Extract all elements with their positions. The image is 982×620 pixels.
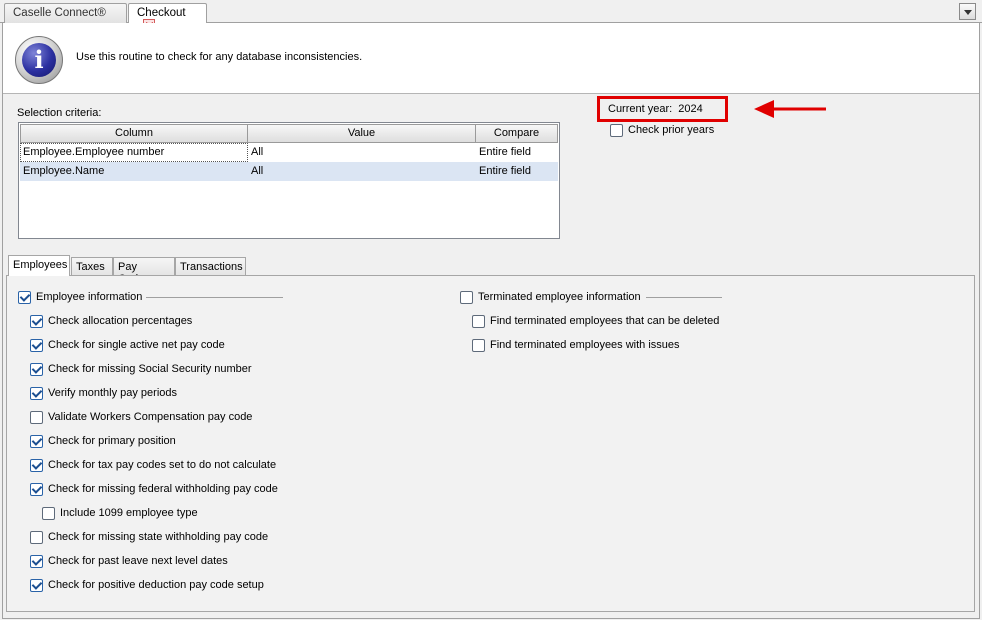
terminated-with-issues-checkbox[interactable] bbox=[472, 339, 485, 352]
missing-ssn-checkbox[interactable] bbox=[30, 363, 43, 376]
missing-ssn-label[interactable]: Check for missing Social Security number bbox=[48, 363, 252, 375]
table-row[interactable]: Employee.Employee number All Entire fiel… bbox=[20, 143, 558, 162]
terminated-employee-information-label[interactable]: Terminated employee information bbox=[478, 291, 641, 303]
check-allocation-percentages-label[interactable]: Check allocation percentages bbox=[48, 315, 192, 327]
employee-information-label[interactable]: Employee information bbox=[36, 291, 142, 303]
verify-monthly-pay-periods-label[interactable]: Verify monthly pay periods bbox=[48, 387, 177, 399]
tab-taxes[interactable]: Taxes bbox=[71, 257, 113, 276]
single-active-net-pay-code-label[interactable]: Check for single active net pay code bbox=[48, 339, 225, 351]
primary-position-checkbox[interactable] bbox=[30, 435, 43, 448]
column-header-value[interactable]: Value bbox=[248, 124, 476, 143]
terminated-can-be-deleted-label[interactable]: Find terminated employees that can be de… bbox=[490, 315, 719, 327]
terminated-with-issues-label[interactable]: Find terminated employees with issues bbox=[490, 339, 680, 351]
document-tab-strip: Caselle Connect® Checkout bbox=[0, 0, 982, 31]
positive-deduction-checkbox[interactable] bbox=[30, 579, 43, 592]
employee-information-checkbox[interactable] bbox=[18, 291, 31, 304]
cell-compare[interactable]: Entire field bbox=[476, 143, 558, 162]
tab-transactions[interactable]: Transactions bbox=[175, 257, 246, 276]
terminated-employee-information-checkbox[interactable] bbox=[460, 291, 473, 304]
single-active-net-pay-code-checkbox[interactable] bbox=[30, 339, 43, 352]
annotation-arrow-icon bbox=[754, 100, 826, 118]
tab-pay-codes[interactable]: Pay Codes bbox=[113, 257, 175, 285]
selection-criteria-grid[interactable]: Column Value Compare Employee.Employee n… bbox=[18, 122, 560, 239]
current-year-value: 2024 bbox=[678, 103, 703, 115]
past-leave-next-level-label[interactable]: Check for past leave next level dates bbox=[48, 555, 228, 567]
primary-position-label[interactable]: Check for primary position bbox=[48, 435, 176, 447]
tax-pay-codes-label[interactable]: Check for tax pay codes set to do not ca… bbox=[48, 459, 276, 471]
cell-value[interactable]: All bbox=[248, 162, 476, 181]
check-allocation-percentages-checkbox[interactable] bbox=[30, 315, 43, 328]
group-divider bbox=[646, 297, 722, 298]
include-1099-label[interactable]: Include 1099 employee type bbox=[60, 507, 198, 519]
tax-pay-codes-checkbox[interactable] bbox=[30, 459, 43, 472]
cell-value[interactable]: All bbox=[248, 143, 476, 162]
column-header-column[interactable]: Column bbox=[20, 124, 248, 143]
current-year-label: Current year: bbox=[608, 103, 673, 115]
info-header: i Use this routine to check for any data… bbox=[3, 23, 979, 94]
verify-monthly-pay-periods-checkbox[interactable] bbox=[30, 387, 43, 400]
info-icon: i bbox=[15, 36, 63, 84]
tab-employees[interactable]: Employees bbox=[8, 255, 70, 276]
include-1099-checkbox[interactable] bbox=[42, 507, 55, 520]
past-leave-next-level-checkbox[interactable] bbox=[30, 555, 43, 568]
positive-deduction-label[interactable]: Check for positive deduction pay code se… bbox=[48, 579, 264, 591]
selection-criteria-label: Selection criteria: bbox=[17, 107, 102, 119]
tab-caselle-connect[interactable]: Caselle Connect® bbox=[4, 3, 127, 24]
grid-header: Column Value Compare bbox=[20, 124, 558, 143]
column-header-compare[interactable]: Compare bbox=[476, 124, 558, 143]
table-row[interactable]: Employee.Name All Entire field bbox=[20, 162, 558, 181]
cell-column[interactable]: Employee.Employee number bbox=[20, 143, 248, 162]
missing-federal-withholding-checkbox[interactable] bbox=[30, 483, 43, 496]
check-prior-years-checkbox[interactable] bbox=[610, 124, 623, 137]
check-prior-years-label[interactable]: Check prior years bbox=[628, 124, 714, 136]
validate-workers-comp-checkbox[interactable] bbox=[30, 411, 43, 424]
missing-state-withholding-label[interactable]: Check for missing state withholding pay … bbox=[48, 531, 268, 543]
cell-compare[interactable]: Entire field bbox=[476, 162, 558, 181]
tab-label: Caselle Connect® bbox=[13, 7, 106, 19]
group-divider bbox=[146, 297, 283, 298]
missing-federal-withholding-label[interactable]: Check for missing federal withholding pa… bbox=[48, 483, 278, 495]
tab-checkout[interactable]: Checkout bbox=[128, 3, 207, 31]
header-text: Use this routine to check for any databa… bbox=[76, 51, 363, 63]
cell-column[interactable]: Employee.Name bbox=[20, 162, 248, 181]
terminated-can-be-deleted-checkbox[interactable] bbox=[472, 315, 485, 328]
validate-workers-comp-label[interactable]: Validate Workers Compensation pay code bbox=[48, 411, 252, 423]
missing-state-withholding-checkbox[interactable] bbox=[30, 531, 43, 544]
tab-list-dropdown-button[interactable] bbox=[959, 3, 976, 20]
tab-label: Checkout bbox=[137, 7, 186, 19]
current-year-highlight: Current year: 2024 bbox=[597, 96, 728, 122]
